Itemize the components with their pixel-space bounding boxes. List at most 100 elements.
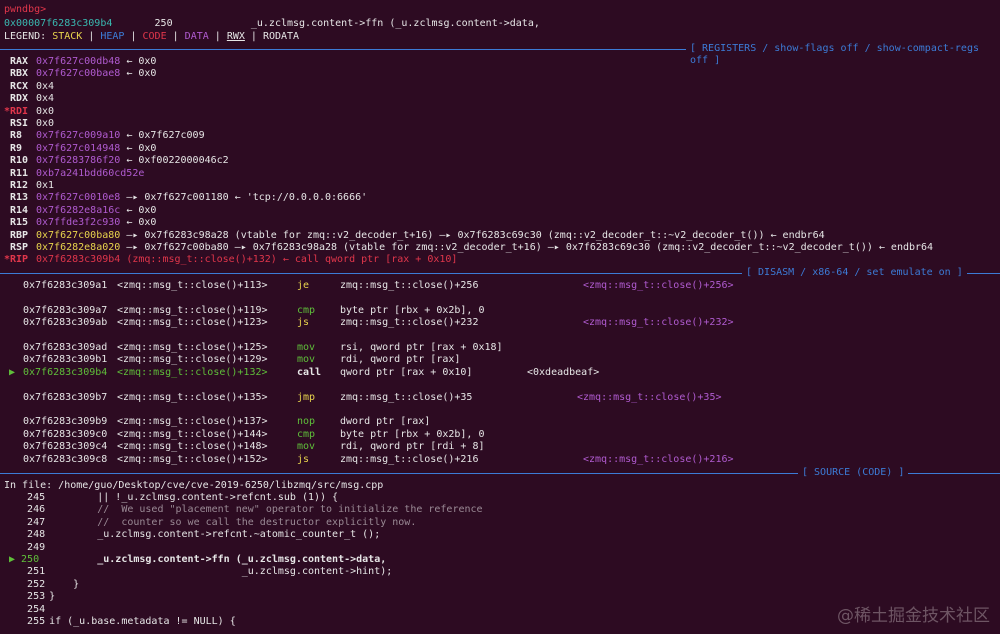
instruction-address: 0x7f6283c309b4	[23, 366, 108, 378]
instruction-symbol: <zmq::msg_t::close()+125>	[117, 342, 268, 353]
register-deref: ← 0x0	[120, 56, 157, 67]
register-row: R14 0x7f6282e8a16c ← 0x0	[4, 205, 156, 217]
register-name: RSP	[4, 242, 29, 253]
source-code: if (_u.base.metadata != NULL) {	[25, 616, 236, 627]
register-name: R11	[4, 167, 29, 179]
instruction-symbol: <zmq::msg_t::close()+144>	[117, 428, 268, 440]
register-deref: —▸ 0x7f627c001180 ← 'tcp://0.0.0.0:6666'	[120, 192, 368, 204]
instruction-operands: rdi, qword ptr [rax]	[340, 354, 461, 366]
source-code: }	[25, 578, 80, 590]
legend-code: CODE	[142, 31, 167, 42]
registers-header: [ REGISTERS / show-flags off / show-comp…	[686, 43, 1000, 68]
source-code: _u.zclmsg.content->refcnt.~atomic_counte…	[25, 529, 381, 541]
register-name: R14	[4, 204, 29, 216]
register-row: RDX 0x4	[4, 93, 54, 105]
register-row: RCX 0x4	[4, 81, 54, 93]
register-name: R9	[4, 142, 23, 154]
register-deref: ← 0x0	[120, 217, 157, 229]
register-value: 0x7f6282e8a020	[36, 242, 121, 253]
instruction-operands: dword ptr [rax]	[340, 416, 431, 428]
register-row: RSP 0x7f6282e8a020 —▸ 0x7f627c00ba80 —▸ 0…	[4, 242, 933, 254]
instruction-mnemonic: call	[297, 366, 322, 378]
register-value: 0x7f627c00ba80	[36, 229, 121, 241]
instruction-address: 0x7f6283c309c4	[23, 441, 108, 453]
instruction-operands: zmq::msg_t::close()+35	[340, 391, 473, 403]
source-code: // We used "placement new" operator to i…	[25, 504, 483, 516]
current-line-number: 250	[154, 18, 173, 29]
register-name: RCX	[4, 80, 29, 92]
register-name: R15	[4, 217, 29, 229]
watermark: @稀土掘金技术社区	[837, 606, 990, 626]
instruction-symbol: <zmq::msg_t::close()+152>	[117, 453, 268, 465]
register-deref: ← 0x0	[120, 204, 157, 216]
current-instruction-arrow: ▶	[9, 366, 16, 378]
gdb-prompt: pwndbg>	[4, 4, 47, 15]
instruction-target: <zmq::msg_t::close()+35>	[577, 391, 722, 403]
instruction-mnemonic: je	[297, 280, 310, 291]
legend-line: LEGEND: STACK | HEAP | CODE | DATA | RWX…	[4, 31, 300, 42]
legend-data: DATA	[184, 31, 209, 42]
register-value: 0x7f6283786f20	[36, 155, 121, 167]
register-value: 0x7f6282e8a16c	[36, 204, 121, 216]
instruction-operands: rsi, qword ptr [rax + 0x18]	[340, 342, 503, 353]
register-value: 0xb7a241bdd60cd52e	[36, 167, 145, 179]
register-name: R12	[4, 180, 29, 191]
instruction-operands: rdi, qword ptr [rdi + 8]	[340, 441, 485, 453]
source-code: || !_u.zclmsg.content->refcnt.sub (1)) {	[25, 492, 339, 503]
register-value: 0x7f627c014948	[36, 142, 121, 154]
instruction-address: 0x7f6283c309ad	[23, 342, 108, 353]
legend-stack: STACK	[52, 31, 83, 42]
instruction-mnemonic: nop	[297, 416, 316, 428]
register-name: RBX	[4, 68, 29, 80]
instruction-mnemonic: js	[297, 453, 310, 465]
instruction-symbol: <zmq::msg_t::close()+137>	[117, 416, 268, 428]
register-value: 0x7f627c00bae8	[36, 68, 121, 80]
instruction-operands: zmq::msg_t::close()+256	[340, 280, 479, 291]
register-name: *RDI	[4, 105, 29, 117]
source-code: // counter so we call the destructor exp…	[25, 516, 417, 528]
registers-separator: [ REGISTERS / show-flags off / show-comp…	[0, 43, 1000, 68]
source-line-number: 254	[9, 603, 46, 615]
instruction-symbol: <zmq::msg_t::close()+129>	[117, 354, 268, 366]
register-name: R10	[4, 155, 29, 167]
register-name: RDX	[4, 93, 29, 105]
legend-heap: HEAP	[100, 31, 125, 42]
instruction-mnemonic: mov	[297, 354, 316, 366]
register-row: R11 0xb7a241bdd60cd52e	[4, 168, 144, 180]
register-name: R13	[4, 192, 29, 204]
register-deref: ← 0x7f627c009	[120, 130, 205, 142]
instruction-mnemonic: cmp	[297, 428, 316, 440]
register-row: *RDI 0x0	[4, 106, 54, 118]
current-source-snippet: _u.zclmsg.content->ffn (_u.zclmsg.conten…	[250, 18, 540, 29]
instruction-address: 0x7f6283c309a1	[23, 280, 108, 291]
instruction-mnemonic: cmp	[297, 304, 316, 316]
instruction-mnemonic: jmp	[297, 391, 316, 403]
instruction-address: 0x7f6283c309c8	[23, 453, 108, 465]
instruction-mnemonic: js	[297, 317, 310, 329]
instruction-address: 0x7f6283c309a7	[23, 304, 108, 316]
register-deref: —▸ 0x7f627c00ba80 —▸ 0x7f6283c98a28 (vta…	[120, 242, 934, 253]
register-value: 0x1	[36, 180, 55, 191]
register-name: RAX	[4, 56, 29, 67]
source-header: [ SOURCE (CODE) ]	[798, 467, 909, 480]
instruction-address: 0x7f6283c309ab	[23, 317, 108, 329]
register-value: 0x4	[36, 80, 55, 92]
instruction-address: 0x7f6283c309b9	[23, 416, 108, 428]
instruction-symbol: <zmq::msg_t::close()+113>	[117, 280, 268, 291]
instruction-mnemonic: mov	[297, 342, 316, 353]
register-value: 0x4	[36, 93, 55, 105]
instruction-address: 0x7f6283c309b1	[23, 354, 108, 366]
register-deref: ← 0x0	[120, 68, 157, 80]
instruction-symbol: <zmq::msg_t::close()+135>	[117, 391, 268, 403]
instruction-symbol: <zmq::msg_t::close()+119>	[117, 304, 268, 316]
instruction-operands: zmq::msg_t::close()+216	[340, 453, 479, 465]
register-row: RAX 0x7f627c00db48 ← 0x0	[4, 56, 156, 68]
source-separator: [ SOURCE (CODE) ]	[0, 467, 1000, 480]
instruction-address: 0x7f6283c309b7	[23, 391, 108, 403]
register-value: 0x7f627c009a10	[36, 130, 121, 142]
instruction-target: <zmq::msg_t::close()+216>	[583, 453, 734, 465]
register-value: 0x7f627c0010e8	[36, 192, 121, 204]
legend-rwx: RWX	[226, 31, 245, 42]
register-row: R15 0x7ffde3f2c930 ← 0x0	[4, 217, 156, 229]
register-row: RSI 0x0	[4, 118, 54, 130]
